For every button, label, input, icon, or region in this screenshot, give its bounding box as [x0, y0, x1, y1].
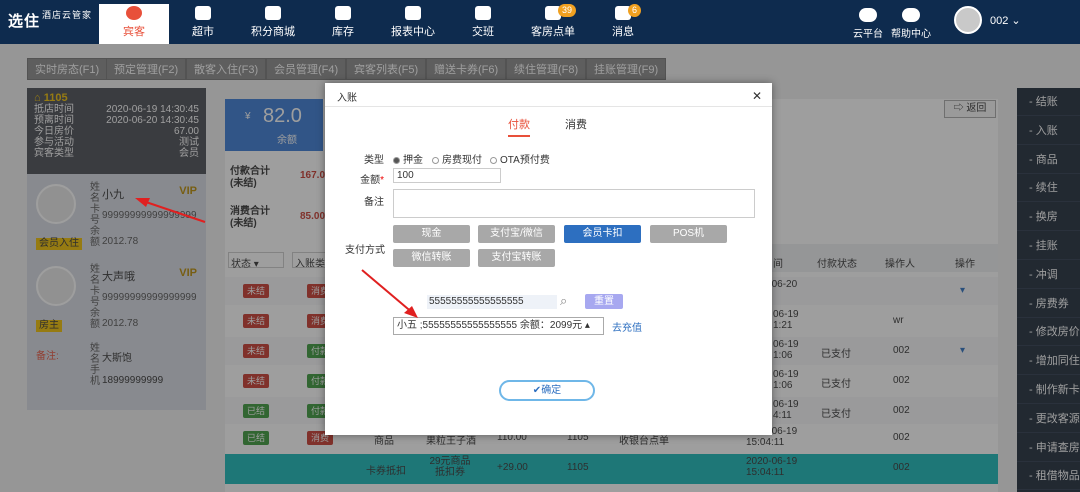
arrow-head: [135, 198, 150, 207]
annotation-arrow: [139, 199, 206, 223]
annotation-arrow: [361, 269, 415, 315]
annotation-arrows: [135, 198, 418, 318]
